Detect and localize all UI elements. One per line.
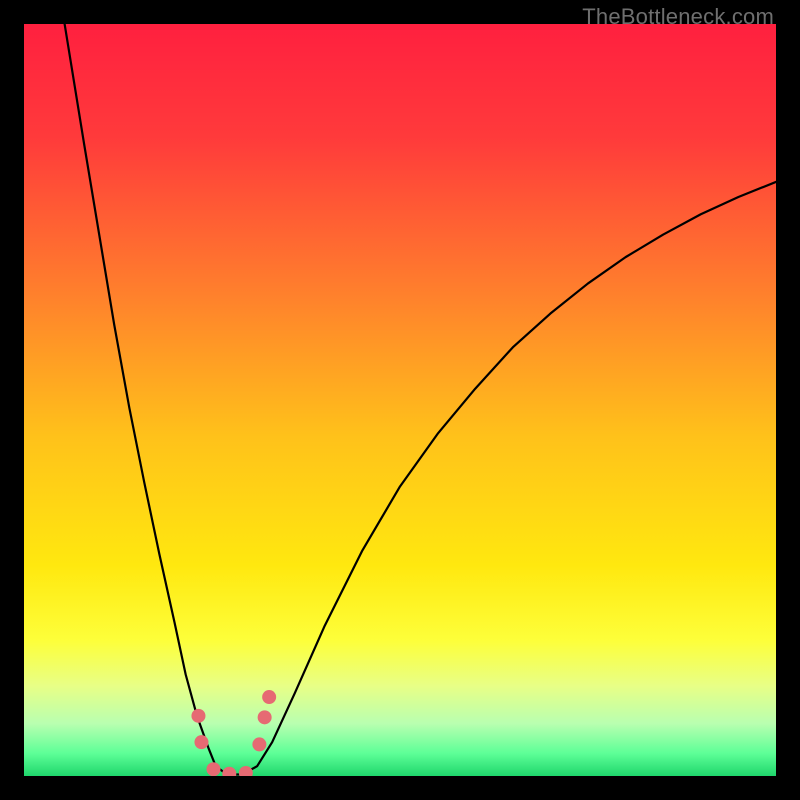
watermark-text: TheBottleneck.com (582, 4, 774, 30)
data-marker (194, 735, 208, 749)
data-marker (191, 709, 205, 723)
data-marker (262, 690, 276, 704)
data-marker (258, 710, 272, 724)
chart-frame (24, 24, 776, 776)
data-marker (252, 737, 266, 751)
gradient-background (24, 24, 776, 776)
data-marker (207, 762, 221, 776)
chart-canvas (24, 24, 776, 776)
